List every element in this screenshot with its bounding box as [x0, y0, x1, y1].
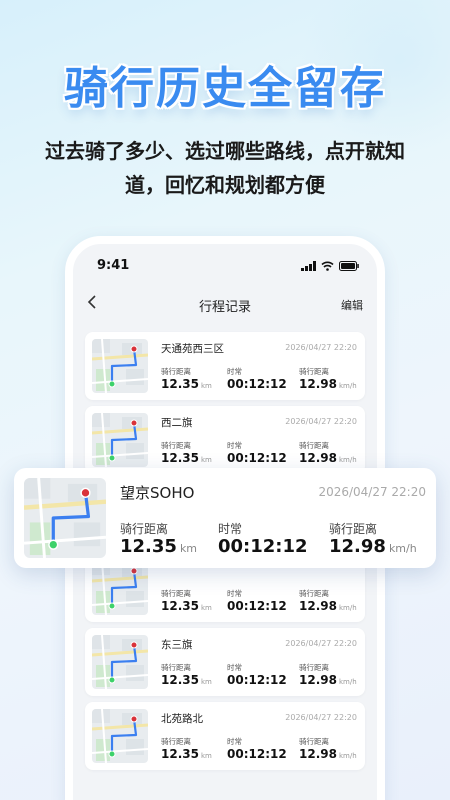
- route-map-thumbnail: [24, 478, 106, 558]
- speed-value: 12.98 km/h: [329, 536, 417, 557]
- speed-label: 骑行距离: [299, 737, 329, 746]
- status-time: 9:41: [97, 258, 130, 273]
- trip-date: 2026/04/27 22:20: [285, 417, 357, 426]
- speed-value: 12.98 km/h: [299, 747, 357, 761]
- speed-label: 骑行距离: [299, 663, 329, 672]
- speed-label: 骑行距离: [329, 522, 378, 536]
- end-marker: [130, 345, 138, 353]
- distance-label: 骑行距离: [161, 589, 191, 598]
- speed-label: 骑行距离: [299, 589, 329, 598]
- end-marker: [80, 487, 91, 498]
- route-map-thumbnail: [92, 339, 148, 393]
- distance-label: 骑行距离: [161, 663, 191, 672]
- status-icons: [301, 261, 359, 271]
- duration-value: 00:12:12: [227, 599, 287, 613]
- trip-card[interactable]: 北苑路北 2026/04/27 22:20 骑行距离 时常 骑行距离 12.35…: [85, 702, 365, 770]
- map-graphic: [92, 339, 148, 393]
- route-map-thumbnail: [92, 635, 148, 689]
- hero-subtitle-line: 过去骑了多少、选过哪些路线，点开就知: [45, 139, 405, 163]
- trip-date: 2026/04/27 22:20: [318, 485, 426, 499]
- distance-label: 骑行距离: [161, 441, 191, 450]
- speed-value: 12.98 km/h: [299, 673, 357, 687]
- start-marker: [108, 602, 116, 610]
- start-marker: [108, 380, 116, 388]
- trip-card[interactable]: 西二旗 2026/04/27 22:20 骑行距离 时常 骑行距离 12.35 k…: [85, 406, 365, 474]
- edit-button[interactable]: 编辑: [341, 297, 363, 313]
- signal-icon: [301, 261, 316, 271]
- status-bar: 9:41: [73, 258, 377, 278]
- map-graphic: [92, 561, 148, 615]
- distance-value: 12.35 km: [120, 536, 198, 557]
- end-marker: [130, 715, 138, 723]
- trip-date: 2026/04/27 22:20: [285, 713, 357, 722]
- route-map-thumbnail: [92, 413, 148, 467]
- nav-bar: 行程记录 编辑: [73, 292, 377, 320]
- start-marker: [108, 676, 116, 684]
- end-marker: [130, 419, 138, 427]
- duration-label: 时常: [227, 737, 242, 746]
- duration-label: 时常: [227, 367, 242, 376]
- distance-value: 12.35 km: [161, 599, 212, 613]
- speed-value: 12.98 km/h: [299, 599, 357, 613]
- route-map-thumbnail: [92, 561, 148, 615]
- distance-label: 骑行距离: [161, 367, 191, 376]
- trip-place: 东三旗: [161, 639, 193, 651]
- speed-value: 12.98 km/h: [299, 451, 357, 465]
- start-marker: [108, 454, 116, 462]
- hero-title: 骑行历史全留存: [64, 63, 386, 114]
- trip-place: 北苑路北: [161, 713, 203, 725]
- duration-label: 时常: [218, 522, 243, 536]
- distance-value: 12.35 km: [161, 377, 212, 391]
- battery-icon: [339, 261, 359, 271]
- end-marker: [130, 567, 138, 575]
- trip-card[interactable]: 天通苑西三区 2026/04/27 22:20 骑行距离 时常 骑行距离 12.…: [85, 332, 365, 400]
- distance-value: 12.35 km: [161, 673, 212, 687]
- duration-value: 00:12:12: [227, 673, 287, 687]
- trip-date: 2026/04/27 22:20: [285, 343, 357, 352]
- trip-place: 天通苑西三区: [161, 343, 224, 355]
- speed-value: 12.98 km/h: [299, 377, 357, 391]
- trip-card[interactable]: 东三旗 2026/04/27 22:20 骑行距离 时常 骑行距离 12.35 k…: [85, 628, 365, 696]
- duration-value: 00:12:12: [227, 377, 287, 391]
- distance-value: 12.35 km: [161, 451, 212, 465]
- end-marker: [130, 641, 138, 649]
- featured-trip-card[interactable]: 望京SOHO 2026/04/27 22:20 骑行距离 时常 骑行距离 12.…: [14, 468, 436, 568]
- speed-label: 骑行距离: [299, 441, 329, 450]
- hero-subtitle-line: 道，回忆和规划都方便: [125, 173, 325, 197]
- map-graphic: [92, 709, 148, 763]
- wifi-icon: [321, 261, 334, 271]
- duration-value: 00:12:12: [218, 536, 308, 557]
- duration-label: 时常: [227, 589, 242, 598]
- trip-place: 西二旗: [161, 417, 193, 429]
- distance-label: 骑行距离: [120, 522, 169, 536]
- distance-value: 12.35 km: [161, 747, 212, 761]
- trip-date: 2026/04/27 22:20: [285, 639, 357, 648]
- speed-label: 骑行距离: [299, 367, 329, 376]
- start-marker: [48, 539, 59, 550]
- map-graphic: [24, 478, 106, 558]
- map-graphic: [92, 413, 148, 467]
- duration-value: 00:12:12: [227, 747, 287, 761]
- trip-place: 望京SOHO: [120, 484, 195, 502]
- hero-subtitle: 过去骑了多少、选过哪些路线，点开就知 道，回忆和规划都方便: [20, 134, 430, 202]
- duration-value: 00:12:12: [227, 451, 287, 465]
- route-map-thumbnail: [92, 709, 148, 763]
- page-title: 行程记录: [198, 300, 251, 315]
- map-graphic: [92, 635, 148, 689]
- start-marker: [108, 750, 116, 758]
- distance-label: 骑行距离: [161, 737, 191, 746]
- duration-label: 时常: [227, 663, 242, 672]
- duration-label: 时常: [227, 441, 242, 450]
